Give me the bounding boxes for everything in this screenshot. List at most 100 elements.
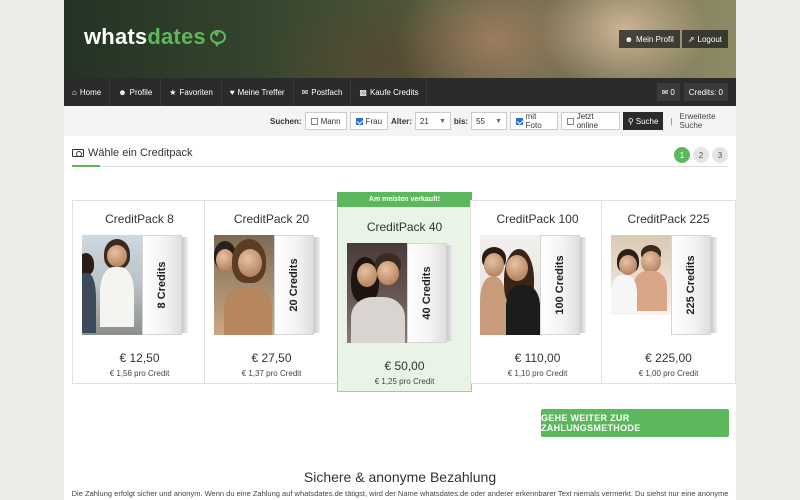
mit-foto-checkbox[interactable]: mit Foto xyxy=(510,112,559,130)
creditpack-card-225[interactable]: CreditPack 225 225 Credits € 225,00 € 1,… xyxy=(601,200,736,384)
quick-search-bar: Suchen: Mann Frau Alter: 21 ▼ bis: 55 ▼ … xyxy=(64,106,736,136)
logout-icon: ⇗ xyxy=(687,34,695,44)
account-links: ☻ Mein Profil ⇗ Logout xyxy=(618,30,728,48)
pack-box-image: 225 Credits xyxy=(611,233,717,337)
nav-home-label: Home xyxy=(79,87,102,97)
section-divider xyxy=(72,166,728,167)
nav-meine-treffer-label: Meine Treffer xyxy=(237,87,285,97)
pack-price-per-credit: € 1,10 pro Credit xyxy=(507,369,568,378)
logout-link[interactable]: ⇗ Logout xyxy=(681,30,728,48)
nav-right: ✉ 0 Credits: 0 xyxy=(656,78,736,106)
pack-name: CreditPack 100 xyxy=(496,212,579,226)
chevron-down-icon: ▼ xyxy=(495,117,503,125)
jetzt-online-checkbox[interactable]: Jetzt online xyxy=(561,112,620,130)
bestseller-ribbon: Am meisten verkauft! xyxy=(337,192,472,207)
logo-text-dates: dates xyxy=(147,24,206,49)
pack-box-label: 20 Credits xyxy=(288,258,300,312)
pack-price-per-credit: € 1,37 pro Credit xyxy=(241,369,302,378)
age-from-value: 21 xyxy=(419,116,429,126)
creditpack-card-8[interactable]: CreditPack 8 8 Credits € 12,50 € 1,56 pr… xyxy=(72,200,207,384)
main-navbar: ⌂ Home ☻ Profile ★ Favoriten ♥ Meine Tre… xyxy=(64,78,736,106)
pack-box-label: 225 Credits xyxy=(685,255,697,315)
pack-price-per-credit: € 1,56 pro Credit xyxy=(109,369,170,378)
pack-price: € 110,00 xyxy=(514,351,561,365)
my-profile-link[interactable]: ☻ Mein Profil xyxy=(618,30,680,48)
checkbox-icon xyxy=(310,117,318,125)
users-icon: ☻ xyxy=(118,87,127,97)
checkbox-checked-icon xyxy=(355,117,363,125)
pack-price-per-credit: € 1,00 pro Credit xyxy=(638,369,699,378)
secure-payment-text: Die Zahlung erfolgt sicher und anonym. W… xyxy=(71,489,729,498)
step-indicator: 1 2 3 xyxy=(674,147,728,163)
continue-to-payment-button[interactable]: GEHE WEITER ZUR ZAHLUNGSMETHODE xyxy=(541,409,729,437)
pack-box-image: 100 Credits xyxy=(480,233,586,337)
jetzt-online-label: Jetzt online xyxy=(576,112,599,130)
nav-favoriten[interactable]: ★ Favoriten xyxy=(161,78,222,106)
nav-postfach-label: Postfach xyxy=(311,87,343,97)
creditpack-card-40[interactable]: Am meisten verkauft! CreditPack 40 40 Cr… xyxy=(337,192,472,392)
nav-kaufe-credits[interactable]: ▩ Kaufe Credits xyxy=(351,78,428,106)
nav-profile[interactable]: ☻ Profile xyxy=(110,78,162,106)
home-icon: ⌂ xyxy=(72,87,77,97)
creditpack-card-100[interactable]: CreditPack 100 100 Credits € 110,00 € 1,… xyxy=(470,200,605,384)
step-2: 2 xyxy=(693,147,709,163)
section-title-text: Wähle ein Creditpack xyxy=(88,147,193,159)
money-icon xyxy=(72,149,84,157)
nav-profile-label: Profile xyxy=(129,87,153,97)
pack-price: € 27,50 xyxy=(251,351,292,365)
advanced-search-link[interactable]: Erweiterte Suche xyxy=(680,112,736,130)
pack-price: € 50,00 xyxy=(384,359,425,373)
user-icon: ☻ xyxy=(624,34,634,44)
pack-box-label: 40 Credits xyxy=(421,266,433,320)
chevron-down-icon: ▼ xyxy=(438,117,446,125)
credits-badge[interactable]: Credits: 0 xyxy=(683,83,728,101)
search-label: Suchen: xyxy=(270,116,302,126)
logo-text-whats: whats xyxy=(84,24,148,49)
mann-label: Mann xyxy=(320,116,341,126)
section-underline xyxy=(72,165,100,167)
credits-label: Credits: 0 xyxy=(688,87,723,97)
mann-checkbox[interactable]: Mann xyxy=(304,112,347,130)
page: whatsdates ☻ Mein Profil ⇗ Logout ⌂ Home… xyxy=(64,0,736,500)
my-profile-label: Mein Profil xyxy=(636,34,674,44)
heart-icon: ♥ xyxy=(229,87,235,97)
messages-badge[interactable]: ✉ 0 xyxy=(656,83,680,101)
messages-count: 0 xyxy=(670,87,675,97)
section-title: Wähle ein Creditpack xyxy=(72,147,193,159)
pack-box-label: 100 Credits xyxy=(554,255,566,315)
search-icon: ⚲ xyxy=(627,116,634,126)
chat-heart-icon xyxy=(209,29,226,47)
checkbox-checked-icon xyxy=(516,117,523,125)
frau-checkbox[interactable]: Frau xyxy=(349,112,389,130)
logo[interactable]: whats dates xyxy=(84,24,226,50)
envelope-icon: ✉ xyxy=(661,87,669,97)
nav-favoriten-label: Favoriten xyxy=(179,87,213,97)
age-to-value: 55 xyxy=(476,116,486,126)
alter-label: Alter: xyxy=(391,116,412,126)
pack-name: CreditPack 8 xyxy=(105,212,174,226)
envelope-icon: ✉ xyxy=(301,87,309,97)
age-to-select[interactable]: 55 ▼ xyxy=(471,112,508,130)
nav-home[interactable]: ⌂ Home xyxy=(64,78,111,106)
creditpack-card-20[interactable]: CreditPack 20 20 Credits € 27,50 € 1,37 … xyxy=(204,200,339,384)
age-from-select[interactable]: 21 ▼ xyxy=(414,112,451,130)
header-banner: whatsdates ☻ Mein Profil ⇗ Logout xyxy=(64,0,736,78)
frau-label: Frau xyxy=(365,116,383,126)
pack-price: € 225,00 xyxy=(645,351,692,365)
pack-price: € 12,50 xyxy=(119,351,160,365)
nav-postfach[interactable]: ✉ Postfach xyxy=(294,78,352,106)
pack-box-image: 40 Credits xyxy=(347,241,453,345)
bis-label: bis: xyxy=(453,116,469,126)
step-3: 3 xyxy=(712,147,728,163)
nav-meine-treffer[interactable]: ♥ Meine Treffer xyxy=(222,78,294,106)
pack-name: CreditPack 40 xyxy=(366,220,443,234)
checkbox-icon xyxy=(567,117,574,125)
search-button-label: Suche xyxy=(635,116,659,126)
step-1: 1 xyxy=(674,147,690,163)
divider: | xyxy=(670,116,673,126)
mit-foto-label: mit Foto xyxy=(525,112,542,130)
pack-name: CreditPack 20 xyxy=(233,212,310,226)
pack-box-image: 8 Credits xyxy=(82,233,188,337)
search-button[interactable]: ⚲ Suche xyxy=(622,112,664,130)
pack-name: CreditPack 225 xyxy=(627,212,710,226)
